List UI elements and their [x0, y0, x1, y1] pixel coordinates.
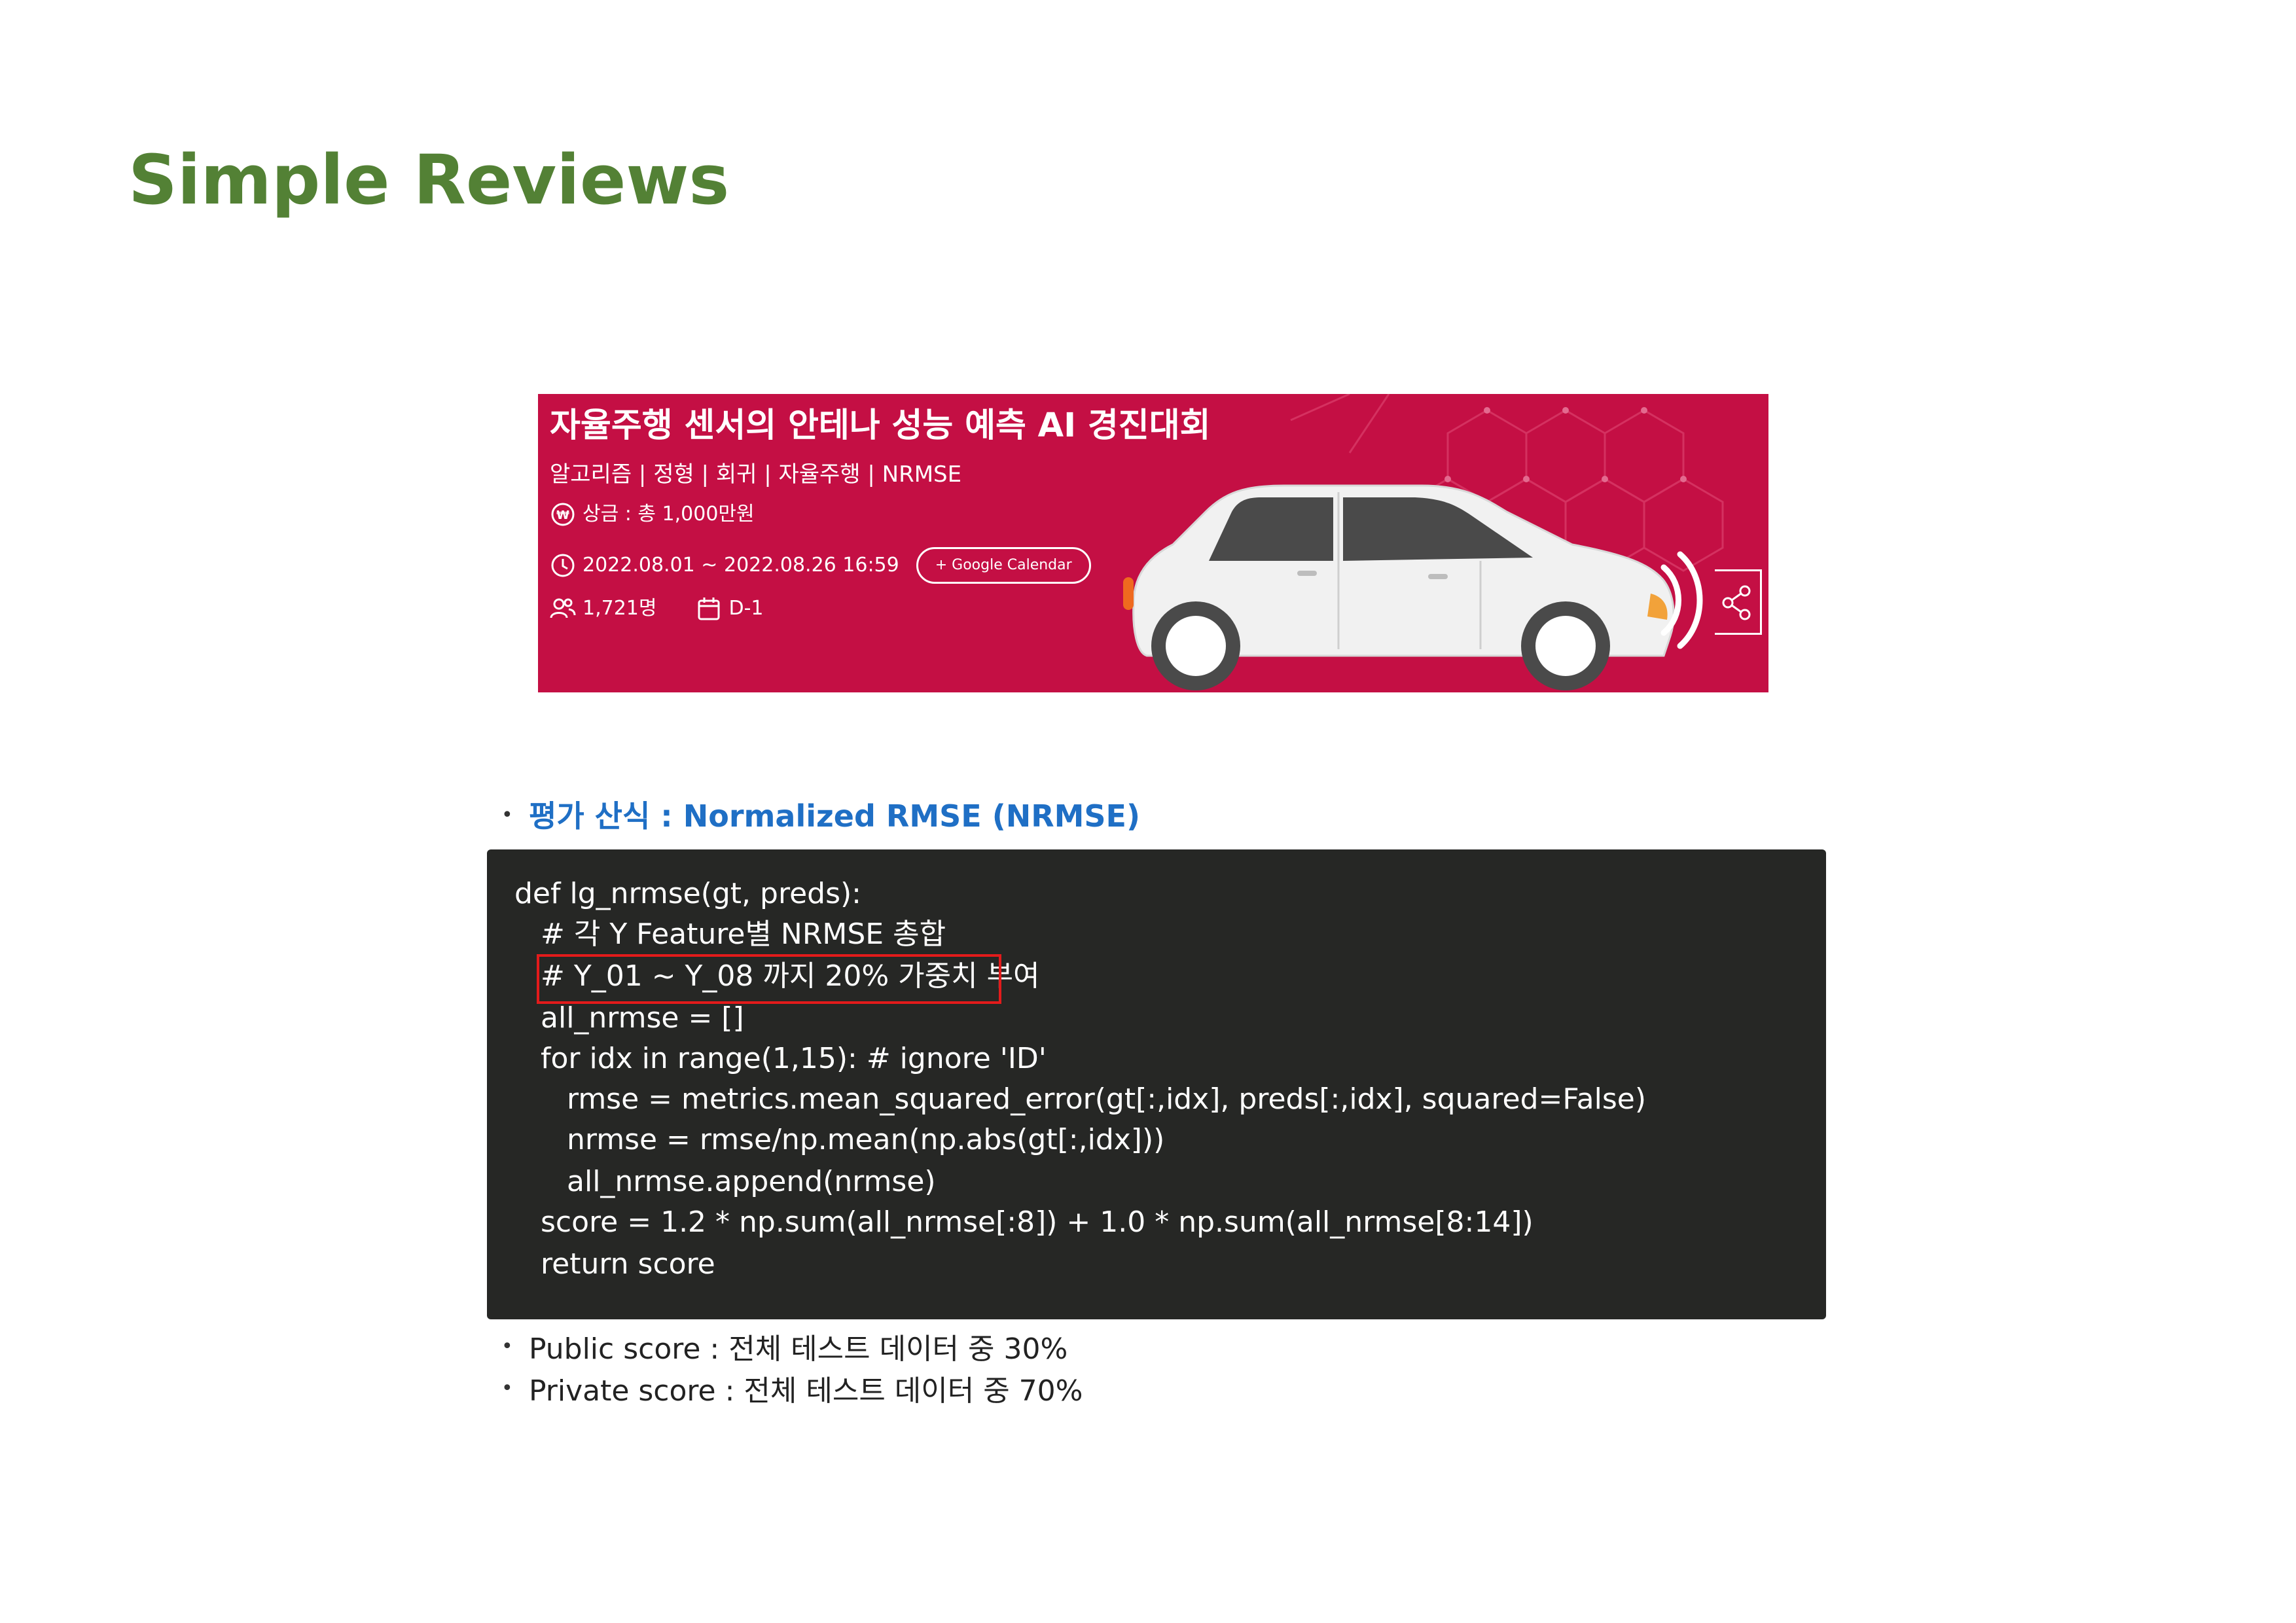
- banner-tags: 알고리즘 | 정형 | 회귀 | 자율주행 | NRMSE: [550, 461, 962, 488]
- share-icon: [1722, 585, 1751, 620]
- period-text: 2022.08.01 ~ 2022.08.26 16:59: [583, 554, 899, 577]
- code-line: all_nrmse.append(nrmse): [567, 1165, 936, 1198]
- signal-waves-icon: [1660, 551, 1703, 649]
- clock-icon: [550, 552, 576, 579]
- period-row: 2022.08.01 ~ 2022.08.26 16:59 + Google C…: [550, 547, 1091, 584]
- calendar-icon: [696, 596, 722, 622]
- prize-text: 상금 : 총 1,000만원: [583, 503, 755, 526]
- private-score-text: Private score : 전체 테스트 데이터 중 70%: [529, 1374, 1083, 1408]
- code-block: def lg_nrmse(gt, preds): # 각 Y Feature별 …: [487, 849, 1826, 1319]
- car-illustration: [1123, 484, 1675, 690]
- people-icon: [550, 596, 576, 622]
- code-line: # 각 Y Feature별 NRMSE 총합: [541, 918, 946, 951]
- google-calendar-button[interactable]: + Google Calendar: [916, 547, 1091, 584]
- bullet-dot: •: [501, 804, 513, 827]
- dday-text: D-1: [728, 597, 764, 620]
- svg-text:₩: ₩: [556, 508, 569, 522]
- participants-text: 1,721명: [583, 597, 657, 620]
- bullet-dot: •: [501, 1335, 513, 1358]
- code-line: nrmse = rmse/np.mean(np.abs(gt[:,idx])): [567, 1123, 1165, 1156]
- competition-banner[interactable]: 자율주행 센서의 안테나 성능 예측 AI 경진대회 알고리즘 | 정형 | 회…: [538, 394, 1768, 692]
- dday-group: D-1: [696, 594, 764, 623]
- code-line: score = 1.2 * np.sum(all_nrmse[:8]) + 1.…: [541, 1205, 1534, 1239]
- code-line: rmse = metrics.mean_squared_error(gt[:,i…: [567, 1082, 1646, 1116]
- code-line: all_nrmse = []: [541, 1001, 744, 1035]
- highlight-box: [537, 954, 1001, 1004]
- evaluation-heading: 평가 산식 : Normalized RMSE (NRMSE): [529, 798, 1140, 834]
- code-line: for idx in range(1,15): # ignore 'ID': [541, 1042, 1047, 1075]
- prize-row: ₩ 상금 : 총 1,000만원: [550, 500, 755, 529]
- won-icon: ₩: [550, 501, 576, 527]
- stats-row: 1,721명 D-1: [550, 594, 764, 623]
- code-line: return score: [541, 1247, 715, 1281]
- public-score-text: Public score : 전체 테스트 데이터 중 30%: [529, 1332, 1068, 1366]
- slide-title: Simple Reviews: [128, 140, 730, 220]
- bullet-dot: •: [501, 1377, 513, 1400]
- banner-title: 자율주행 센서의 안테나 성능 예측 AI 경진대회: [550, 406, 1211, 445]
- code-line: def lg_nrmse(gt, preds):: [514, 877, 861, 910]
- share-button[interactable]: [1715, 569, 1762, 635]
